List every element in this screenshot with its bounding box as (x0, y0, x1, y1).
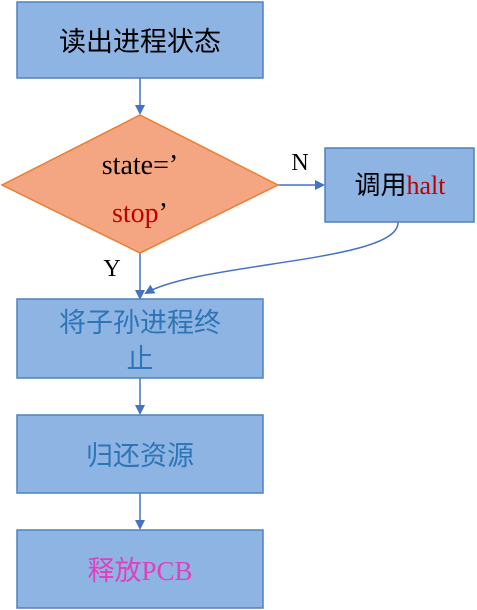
terminate-children-line2: 止 (127, 344, 154, 375)
call-halt-label: 调用halt (354, 171, 446, 201)
edge-label-no: N (291, 150, 308, 176)
release-pcb-en: PCB (141, 556, 192, 586)
return-resources-label: 归还资源 (86, 441, 194, 472)
decision-stop-text: stop (112, 198, 159, 229)
edge-label-yes: Y (103, 256, 120, 282)
flowchart: 读出进程状态 state=’ stop’ N Y 调用halt 将子孙进程终 止… (0, 1, 475, 609)
decision-quote-text: ’ (159, 198, 168, 229)
release-pcb-cn: 释放 (87, 556, 141, 587)
terminate-children-line1: 将子孙进程终 (59, 308, 221, 339)
call-halt-en: halt (407, 171, 447, 200)
call-halt-cn: 调用 (354, 171, 406, 201)
decision-line2: stop’ (112, 198, 168, 229)
arrow-halt-to-terminate (144, 221, 399, 294)
release-pcb-label: 释放PCB (87, 556, 192, 587)
read-state-label: 读出进程状态 (59, 27, 221, 58)
decision-line1: state=’ (102, 150, 178, 181)
decision-diamond (0, 114, 280, 254)
